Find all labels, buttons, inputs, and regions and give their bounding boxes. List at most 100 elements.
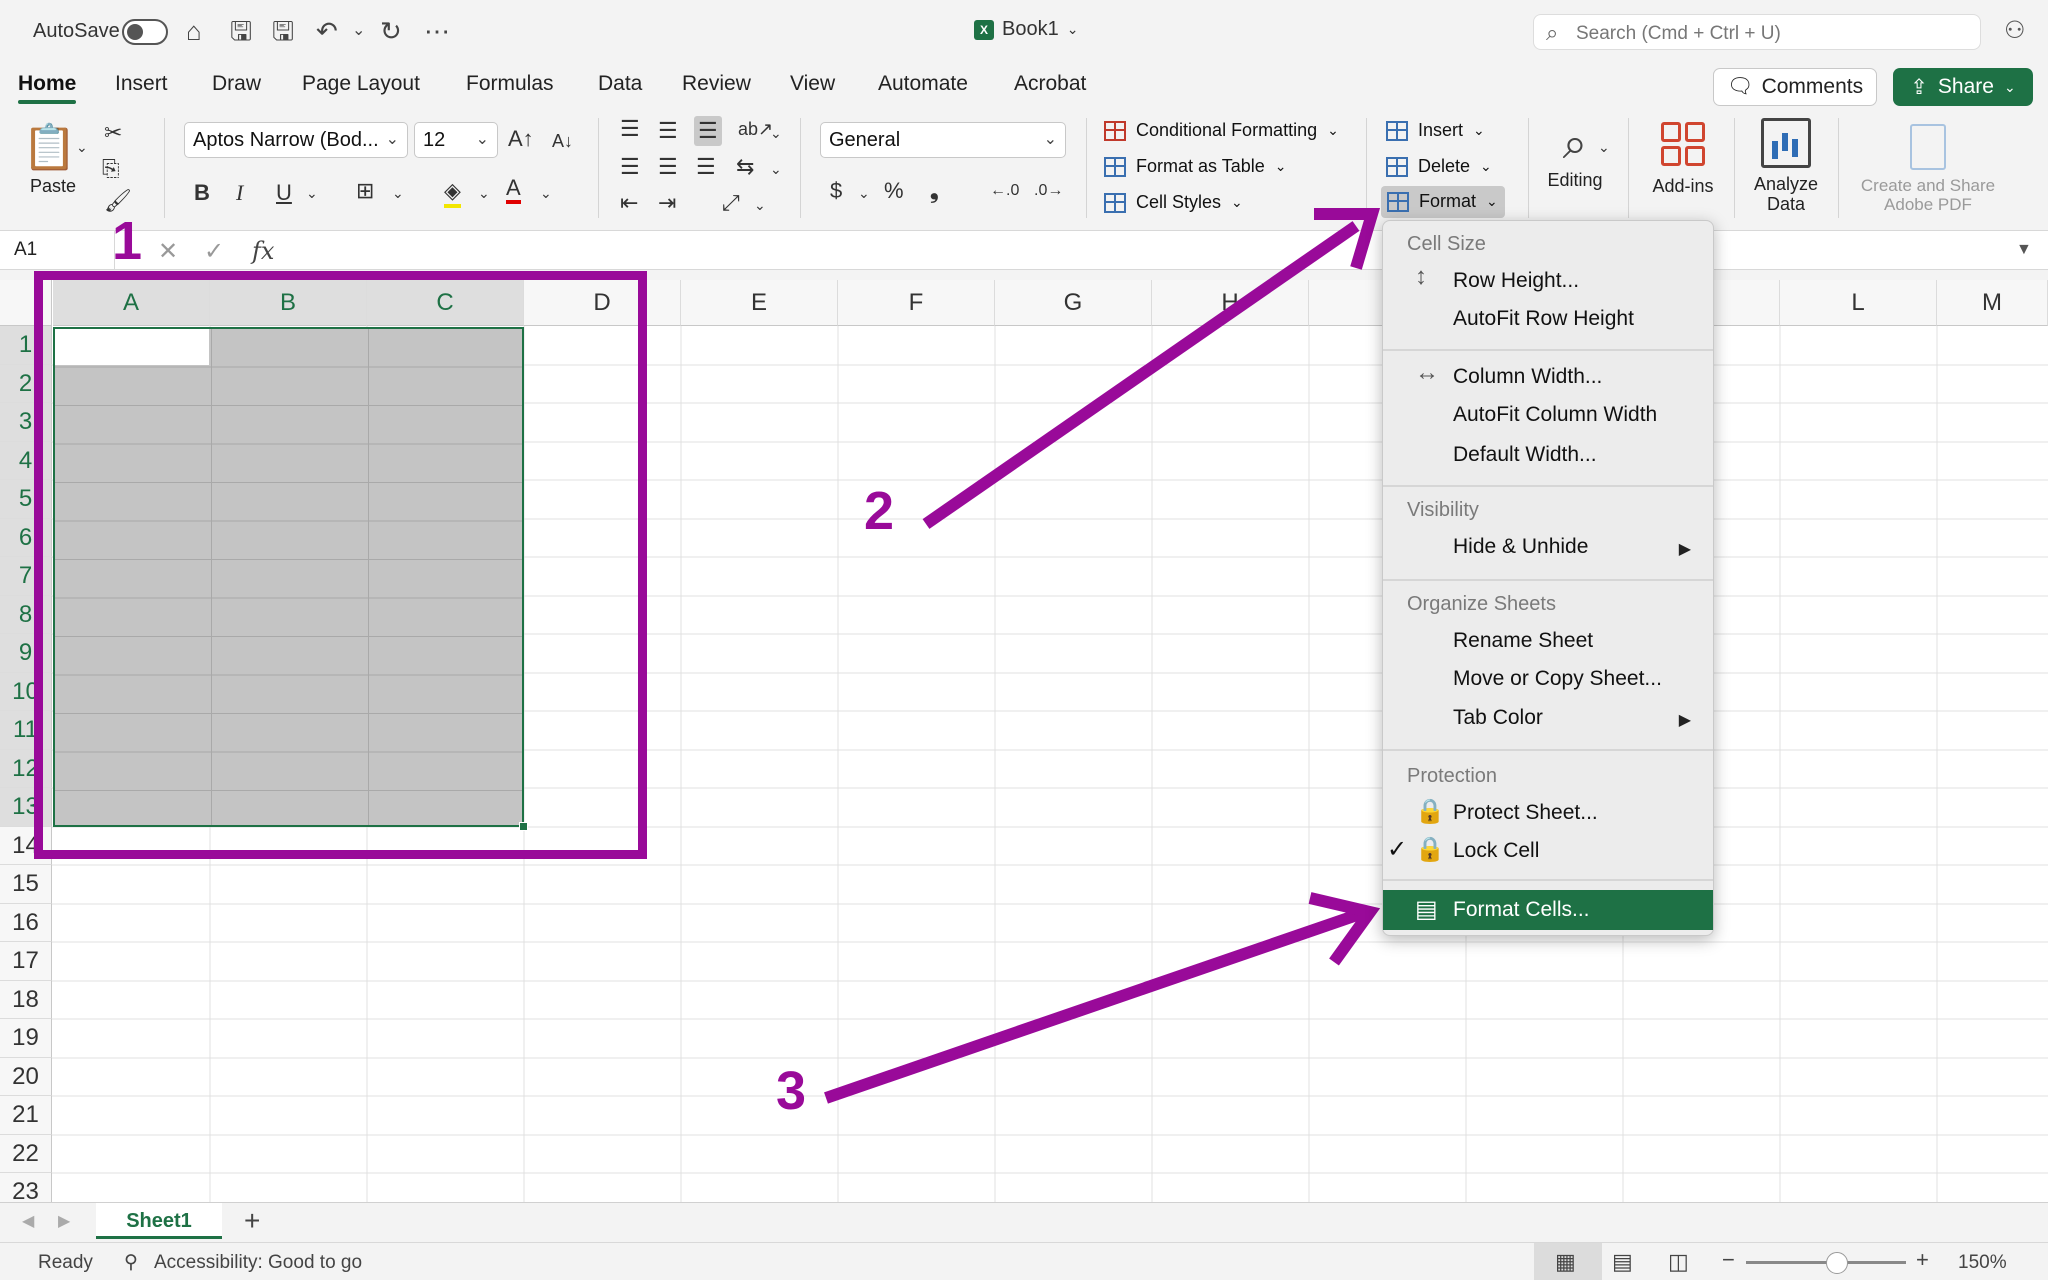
underline-icon[interactable]: U xyxy=(276,180,292,206)
align-bottom-icon[interactable]: ☰ xyxy=(694,116,722,146)
format-as-table-button[interactable]: Format as Table ⌄ xyxy=(1104,156,1286,177)
normal-view-icon[interactable]: ▦ xyxy=(1555,1249,1576,1275)
format-cells-menu-button[interactable]: Format ⌄ xyxy=(1381,186,1505,218)
row-header-18[interactable]: 18 xyxy=(0,980,52,1019)
column-header-e[interactable]: E xyxy=(681,280,838,326)
menu-column-width[interactable]: Column Width... xyxy=(1453,365,1602,389)
text-direction-icon[interactable]: ⤢ xyxy=(722,190,740,216)
fill-color-icon[interactable]: ◈ xyxy=(444,178,461,208)
align-right-icon[interactable]: ☰ xyxy=(696,154,716,180)
align-left-icon[interactable]: ☰ xyxy=(620,154,640,180)
accessibility-status[interactable]: Accessibility: Good to go xyxy=(154,1252,362,1274)
editing-dropdown-icon[interactable]: ⌄ xyxy=(1598,134,1610,160)
decrease-font-icon[interactable]: A↓ xyxy=(552,128,573,154)
share-button[interactable]: ⇪ Share ⌄ xyxy=(1893,68,2033,106)
cut-icon[interactable]: ✂ xyxy=(104,120,122,146)
comments-button[interactable]: 🗨 Comments xyxy=(1713,68,1877,106)
orientation-icon[interactable]: ab↗ xyxy=(738,116,773,142)
menu-tab-color[interactable]: Tab Color xyxy=(1453,706,1543,730)
wrap-dropdown-icon[interactable]: ⌄ xyxy=(770,156,782,182)
name-box[interactable]: A1 xyxy=(0,231,115,269)
home-icon[interactable]: ⌂ xyxy=(186,16,202,46)
menu-row-height[interactable]: Row Height... xyxy=(1453,269,1579,293)
percent-icon[interactable]: % xyxy=(884,178,904,204)
row-header-21[interactable]: 21 xyxy=(0,1096,52,1135)
row-header-23[interactable]: 23 xyxy=(0,1173,52,1202)
tab-review[interactable]: Review xyxy=(682,72,751,96)
tab-acrobat[interactable]: Acrobat xyxy=(1014,72,1086,96)
increase-decimal-icon[interactable]: ←.0 xyxy=(990,178,1019,204)
menu-rename-sheet[interactable]: Rename Sheet xyxy=(1453,629,1593,653)
conditional-formatting-button[interactable]: Conditional Formatting ⌄ xyxy=(1104,120,1339,141)
row-header-22[interactable]: 22 xyxy=(0,1134,52,1173)
number-format-dropdown[interactable]: General ⌄ xyxy=(820,122,1066,158)
paste-dropdown-icon[interactable]: ⌄ xyxy=(76,134,88,160)
column-header-h[interactable]: H xyxy=(1152,280,1309,326)
expand-formula-bar-icon[interactable]: ▼ xyxy=(2016,241,2032,259)
menu-autofit-row-height[interactable]: AutoFit Row Height xyxy=(1453,307,1634,331)
tab-data[interactable]: Data xyxy=(598,72,642,96)
font-name-dropdown[interactable]: Aptos Narrow (Bod... ⌄ xyxy=(184,122,408,158)
increase-indent-icon[interactable]: ⇥ xyxy=(658,190,676,216)
tab-automate[interactable]: Automate xyxy=(878,72,968,96)
fill-color-dropdown-icon[interactable]: ⌄ xyxy=(478,180,490,206)
font-color-icon[interactable]: A xyxy=(506,176,521,204)
menu-default-width[interactable]: Default Width... xyxy=(1453,443,1597,467)
addins-button[interactable]: Add-ins xyxy=(1646,122,1720,197)
orientation-dropdown-icon[interactable]: ⌄ xyxy=(770,120,782,146)
scroll-right-icon[interactable]: ▶ xyxy=(58,1211,70,1231)
increase-font-icon[interactable]: A↑ xyxy=(508,126,534,152)
font-size-dropdown[interactable]: 12 ⌄ xyxy=(414,122,498,158)
menu-move-copy-sheet[interactable]: Move or Copy Sheet... xyxy=(1453,667,1662,691)
column-header-g[interactable]: G xyxy=(995,280,1152,326)
save-icon[interactable]: 🖫 xyxy=(230,16,252,46)
bold-icon[interactable]: B xyxy=(194,180,210,206)
currency-dropdown-icon[interactable]: ⌄ xyxy=(858,180,870,206)
row-header-16[interactable]: 16 xyxy=(0,903,52,942)
more-icon[interactable]: ⋯ xyxy=(424,16,450,46)
tab-formulas[interactable]: Formulas xyxy=(466,72,554,96)
add-sheet-icon[interactable]: + xyxy=(244,1205,260,1237)
column-header-m[interactable]: M xyxy=(1937,280,2048,326)
tab-draw[interactable]: Draw xyxy=(212,72,261,96)
wrap-text-icon[interactable]: ⇆ xyxy=(736,154,754,180)
page-break-view-icon[interactable]: ◫ xyxy=(1668,1249,1689,1275)
cancel-icon[interactable]: ✕ xyxy=(158,237,178,266)
italic-icon[interactable]: I xyxy=(236,180,243,206)
menu-format-cells[interactable]: Format Cells... xyxy=(1453,898,1590,922)
copy-icon[interactable]: ⎘ xyxy=(102,156,120,182)
tab-page-layout[interactable]: Page Layout xyxy=(302,72,420,96)
search-box[interactable]: ⌕ Search (Cmd + Ctrl + U) xyxy=(1533,14,1981,50)
cell-styles-button[interactable]: Cell Styles ⌄ xyxy=(1104,192,1243,213)
tab-view[interactable]: View xyxy=(790,72,835,96)
scroll-left-icon[interactable]: ◀ xyxy=(22,1211,34,1231)
insert-function-icon[interactable]: fx xyxy=(252,237,274,265)
borders-dropdown-icon[interactable]: ⌄ xyxy=(392,180,404,206)
document-title[interactable]: X Book1 ⌄ xyxy=(974,18,1078,41)
column-header-f[interactable]: F xyxy=(838,280,995,326)
underline-dropdown-icon[interactable]: ⌄ xyxy=(306,180,318,206)
delete-cells-button[interactable]: Delete ⌄ xyxy=(1386,156,1492,177)
zoom-out-icon[interactable]: − xyxy=(1722,1247,1735,1273)
row-header-20[interactable]: 20 xyxy=(0,1057,52,1096)
menu-autofit-column-width[interactable]: AutoFit Column Width xyxy=(1453,403,1657,427)
zoom-level[interactable]: 150% xyxy=(1958,1252,2007,1274)
redo-icon[interactable]: ↻ xyxy=(380,16,402,46)
sheet-tab-active[interactable]: Sheet1 xyxy=(96,1203,222,1239)
row-header-19[interactable]: 19 xyxy=(0,1019,52,1058)
menu-protect-sheet[interactable]: Protect Sheet... xyxy=(1453,801,1598,825)
row-header-15[interactable]: 15 xyxy=(0,865,52,904)
insert-cells-button[interactable]: Insert ⌄ xyxy=(1386,120,1485,141)
align-top-icon[interactable]: ☰ xyxy=(620,116,640,142)
decrease-decimal-icon[interactable]: .0→ xyxy=(1034,178,1063,204)
enter-icon[interactable]: ✓ xyxy=(204,237,224,266)
font-color-dropdown-icon[interactable]: ⌄ xyxy=(540,180,552,206)
decrease-indent-icon[interactable]: ⇤ xyxy=(620,190,638,216)
analyze-data-button[interactable]: Analyze Data xyxy=(1748,118,1824,214)
paste-icon[interactable]: 📋 xyxy=(22,124,77,172)
share-people-icon[interactable]: ⚇ xyxy=(2004,16,2026,45)
row-header-17[interactable]: 17 xyxy=(0,942,52,981)
tab-insert[interactable]: Insert xyxy=(115,72,168,96)
text-direction-dropdown-icon[interactable]: ⌄ xyxy=(754,192,766,218)
currency-icon[interactable]: $ xyxy=(830,178,842,204)
